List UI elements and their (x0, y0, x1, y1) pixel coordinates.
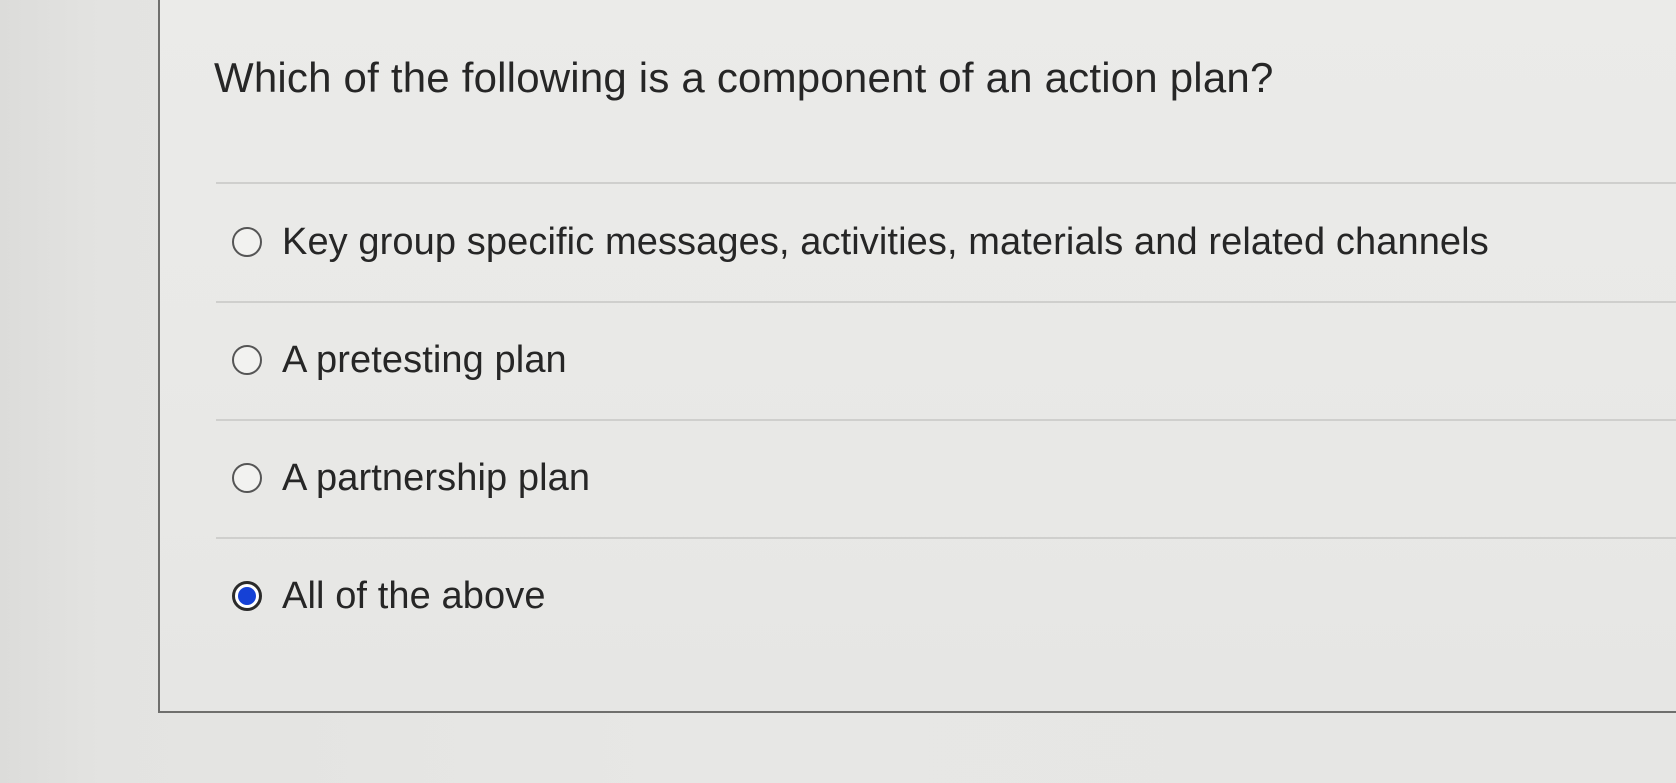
answer-label: All of the above (282, 574, 546, 617)
divider (216, 301, 1676, 303)
radio-unchecked-icon[interactable] (232, 345, 262, 375)
divider (216, 182, 1676, 184)
radio-unchecked-icon[interactable] (232, 463, 262, 493)
answer-option-2[interactable]: A pretesting plan (232, 330, 567, 390)
answer-label: A partnership plan (282, 456, 591, 499)
answer-option-4[interactable]: All of the above (232, 566, 546, 626)
question-text: Which of the following is a component of… (214, 54, 1274, 101)
divider (216, 537, 1676, 539)
answer-label: Key group specific messages, activities,… (282, 220, 1489, 263)
screen: Which of the following is a component of… (0, 0, 1676, 783)
radio-checked-icon[interactable] (232, 581, 262, 611)
answer-option-1[interactable]: Key group specific messages, activities,… (232, 212, 1489, 272)
answer-option-3[interactable]: A partnership plan (232, 448, 590, 508)
divider (216, 419, 1676, 421)
answer-label: A pretesting plan (282, 338, 567, 381)
radio-unchecked-icon[interactable] (232, 227, 262, 257)
